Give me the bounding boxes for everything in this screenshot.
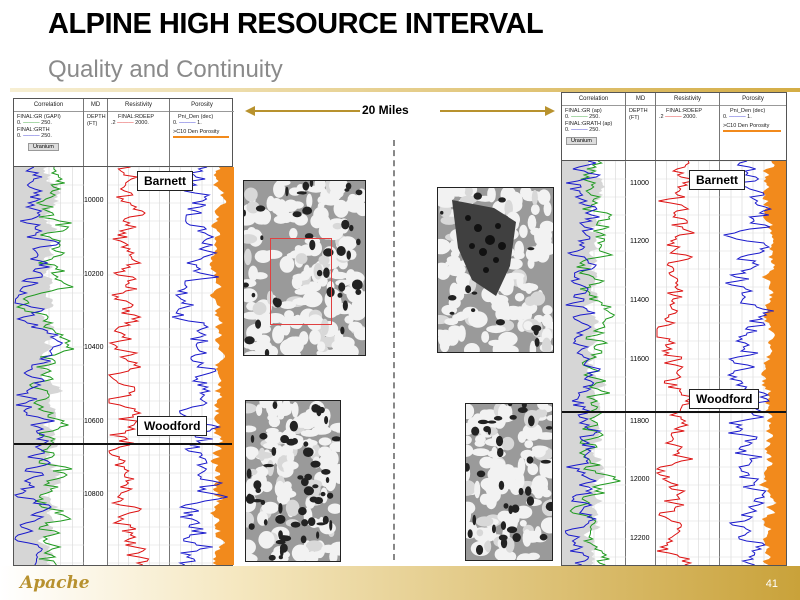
slide-subtitle: Quality and Continuity — [48, 56, 283, 83]
left-correlation-track — [14, 167, 84, 565]
left-depth-10600: 10600 — [84, 418, 104, 425]
center-dashed-divider — [393, 140, 395, 560]
right-correlation-track — [562, 161, 626, 565]
left-depth-10400: 10400 — [84, 344, 104, 351]
right-resistivity-track — [656, 161, 720, 565]
left-header-porosity: Porosity — [170, 99, 234, 112]
left-log-header: Correlation FINAL:GR (GAPI) 0. ——— 250. … — [14, 99, 234, 167]
right-header-md: MD — [626, 93, 655, 106]
right-header-porosity: Porosity — [720, 93, 786, 106]
sem-inset-box — [270, 238, 332, 325]
left-depth-track: 10000 10200 10400 10600 10800 — [84, 167, 108, 565]
sem-image-left-woodford — [245, 400, 341, 562]
right-depth-12000: 12000 — [630, 476, 650, 483]
left-depth-10000: 10000 — [84, 197, 104, 204]
right-depth-12200: 12200 — [630, 535, 650, 542]
right-header-correlation: Correlation — [562, 93, 625, 106]
left-header-resistivity: Resistivity — [108, 99, 169, 112]
organic-matter-grain — [452, 200, 516, 296]
right-header-resistivity: Resistivity — [656, 93, 719, 106]
distance-label: 20 Miles — [362, 103, 409, 117]
right-porosity-track — [720, 161, 786, 565]
sem-image-left-barnett — [243, 180, 366, 356]
page-number: 41 — [765, 578, 778, 590]
footer-bar — [0, 566, 800, 600]
right-well-log: Correlation FINAL:GR (ap) 0. ——— 250. FI… — [561, 92, 787, 566]
right-depth-11600: 11600 — [630, 356, 649, 363]
right-formation-boundary — [562, 411, 786, 413]
left-header-md: MD — [84, 99, 107, 112]
right-depth-11200: 11200 — [630, 238, 649, 245]
right-depth-11800: 11800 — [630, 418, 649, 425]
left-depth-10200: 10200 — [84, 271, 104, 278]
right-woodford-label: Woodford — [689, 389, 760, 409]
left-woodford-label: Woodford — [137, 416, 208, 436]
apache-logo: Apache — [20, 573, 90, 593]
left-barnett-label: Barnett — [137, 171, 194, 191]
right-depth-track: 11000 11200 11400 11600 11800 12000 1220… — [626, 161, 656, 565]
right-barnett-label: Barnett — [689, 170, 746, 190]
left-porosity-track — [170, 167, 234, 565]
left-uranium-swatch: Uranium — [28, 143, 59, 151]
right-log-header: Correlation FINAL:GR (ap) 0. ——— 250. FI… — [562, 93, 786, 161]
left-depth-10800: 10800 — [84, 491, 104, 498]
sem-image-right-woodford — [465, 403, 553, 561]
right-depth-11000: 11000 — [630, 180, 649, 187]
left-well-log: Correlation FINAL:GR (GAPI) 0. ——— 250. … — [13, 98, 234, 566]
left-header-correlation: Correlation — [14, 99, 83, 112]
sem-image-right-barnett — [437, 187, 554, 353]
left-formation-boundary — [14, 443, 232, 445]
slide-title: ALPINE HIGH RESOURCE INTERVAL — [48, 8, 544, 40]
right-depth-11400: 11400 — [630, 297, 649, 304]
left-resistivity-track — [108, 167, 170, 565]
right-uranium-swatch: Uranium — [566, 137, 597, 145]
